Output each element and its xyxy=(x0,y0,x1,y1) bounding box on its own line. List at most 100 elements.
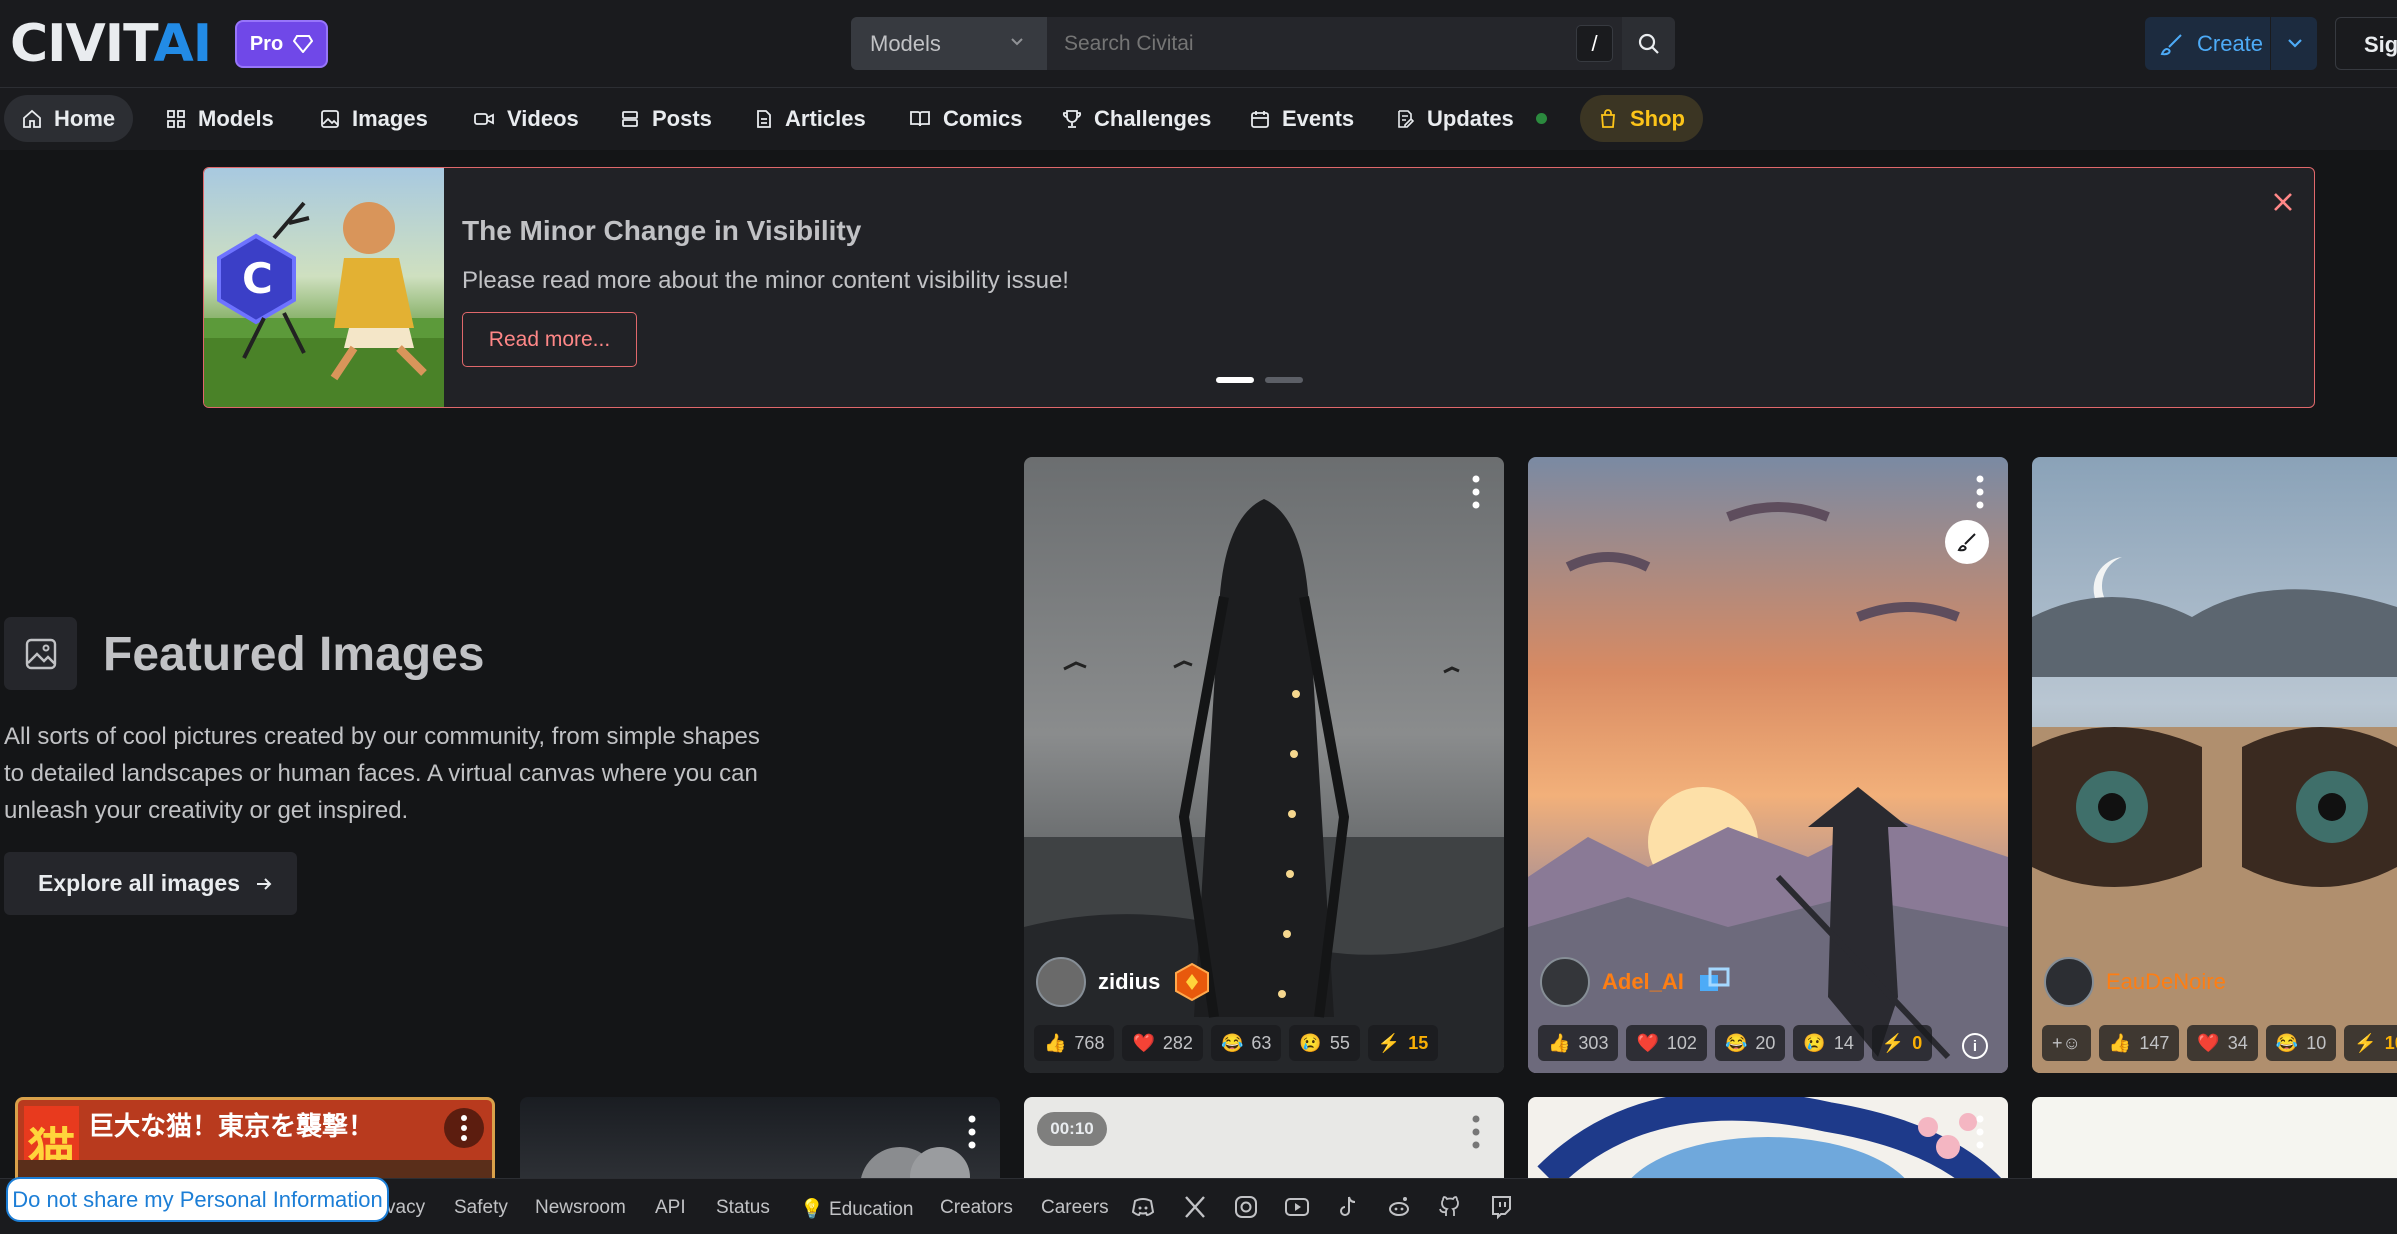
add-reaction-button[interactable]: +☺ xyxy=(2042,1025,2091,1061)
image-card[interactable]: zidius 👍 768 ❤️ 282 😂 63 😢 55 ⚡ 15 xyxy=(1024,457,1504,1073)
cry-reaction[interactable]: 😢 55 xyxy=(1289,1025,1360,1061)
more-options-button[interactable] xyxy=(444,1108,484,1148)
remix-button[interactable] xyxy=(1945,520,1989,564)
cry-icon: 😢 xyxy=(1803,1032,1826,1053)
heart-reaction[interactable]: ❤️ 34 xyxy=(2187,1025,2258,1061)
footer-link-creators[interactable]: Creators xyxy=(940,1197,1013,1219)
arrow-right-icon xyxy=(256,877,272,890)
footer-link-api[interactable]: API xyxy=(655,1197,686,1219)
footer-link-privacy[interactable]: vacy xyxy=(386,1197,425,1219)
instagram-icon[interactable] xyxy=(1233,1194,1259,1220)
nav-item-posts[interactable]: Posts xyxy=(602,95,730,142)
heart-icon: ❤️ xyxy=(1132,1032,1155,1053)
laugh-reaction[interactable]: 😂 63 xyxy=(1210,1025,1282,1061)
sign-in-button[interactable]: Sign xyxy=(2335,17,2397,70)
info-icon[interactable]: i xyxy=(1962,1033,1988,1059)
do-not-share-info-button[interactable]: Do not share my Personal Information xyxy=(6,1177,389,1222)
thumbs-up-icon: 👍 xyxy=(1548,1032,1571,1053)
heart-icon: ❤️ xyxy=(2197,1032,2220,1053)
pro-button[interactable]: Pro xyxy=(235,20,328,68)
more-options-icon[interactable] xyxy=(1472,1115,1480,1149)
like-reaction[interactable]: 👍 768 xyxy=(1034,1025,1115,1061)
card-user[interactable]: zidius xyxy=(1036,957,1212,1007)
explore-all-images-button[interactable]: Explore all images xyxy=(4,852,297,915)
updates-indicator-dot xyxy=(1535,113,1547,124)
footer-link-education[interactable]: 💡 Education xyxy=(800,1197,913,1221)
nav-item-articles[interactable]: Articles xyxy=(737,95,884,142)
chevron-down-icon[interactable] xyxy=(2283,31,2307,55)
github-icon[interactable] xyxy=(1437,1194,1463,1220)
carousel-dot-active[interactable] xyxy=(1216,377,1254,383)
banner-illustration: C xyxy=(204,168,444,407)
more-options-icon[interactable] xyxy=(1976,475,1984,509)
laugh-reaction[interactable]: 😂 10 xyxy=(2265,1025,2337,1061)
lightbulb-icon: 💡 xyxy=(800,1199,824,1220)
nav-item-images[interactable]: Images xyxy=(302,95,446,142)
heart-reaction[interactable]: ❤️ 282 xyxy=(1122,1025,1203,1061)
featured-description: All sorts of cool pictures created by ou… xyxy=(4,723,760,824)
buzz-tip[interactable]: ⚡ 15 xyxy=(1367,1025,1439,1061)
image-card[interactable]: EauDeNoire +☺ 👍147 ❤️34 😂10 ⚡10 xyxy=(2032,457,2397,1073)
more-options-icon[interactable] xyxy=(1472,475,1480,509)
nav-item-challenges[interactable]: Challenges xyxy=(1044,95,1229,142)
tiktok-icon[interactable] xyxy=(1335,1194,1361,1220)
close-icon[interactable] xyxy=(2269,188,2297,216)
document-icon xyxy=(757,109,771,128)
nav-item-home[interactable]: Home xyxy=(4,95,134,142)
more-options-icon[interactable] xyxy=(1976,1115,1984,1149)
laugh-reaction[interactable]: 😂 20 xyxy=(1714,1025,1786,1061)
search-icon xyxy=(1638,33,1659,54)
search-input[interactable] xyxy=(1047,17,1622,70)
buzz-tip[interactable]: ⚡10 xyxy=(2344,1025,2397,1061)
youtube-icon[interactable] xyxy=(1284,1194,1310,1220)
chevron-down-icon xyxy=(1011,38,1023,46)
buzz-tip[interactable]: ⚡ 0 xyxy=(1871,1025,1933,1061)
pro-label: Pro xyxy=(249,32,284,55)
twitch-icon[interactable] xyxy=(1488,1194,1514,1220)
avatar xyxy=(2044,957,2094,1007)
nav-item-comics[interactable]: Comics xyxy=(891,95,1040,142)
main-nav: Home Models Images Videos Posts Articles… xyxy=(0,89,2397,149)
search-category-select[interactable]: Models xyxy=(851,17,1047,70)
image-icon xyxy=(321,109,339,128)
footer-link-careers[interactable]: Careers xyxy=(1041,1197,1109,1219)
reddit-icon[interactable] xyxy=(1386,1194,1412,1220)
thumbs-up-icon: 👍 xyxy=(1044,1032,1067,1053)
nav-item-events[interactable]: Events xyxy=(1232,95,1372,142)
read-more-button[interactable]: Read more... xyxy=(462,312,637,367)
carousel-dot[interactable] xyxy=(1265,377,1303,383)
book-icon xyxy=(910,110,930,126)
stack-icon xyxy=(622,110,638,127)
image-card[interactable]: Adel_AI 👍 303 ❤️ 102 😂 20 😢 14 ⚡ 0 i xyxy=(1528,457,2008,1073)
footer-link-newsroom[interactable]: Newsroom xyxy=(535,1197,626,1219)
footer-link-status[interactable]: Status xyxy=(716,1197,770,1219)
cry-reaction[interactable]: 😢 14 xyxy=(1793,1025,1864,1061)
calendar-icon xyxy=(1251,110,1269,128)
featured-title: Featured Images xyxy=(103,628,485,681)
nav-item-updates[interactable]: Updates xyxy=(1377,95,1565,142)
search-button[interactable] xyxy=(1622,17,1675,70)
video-duration-badge: 00:10 xyxy=(1037,1112,1107,1146)
creator-badge-icon xyxy=(1175,962,1210,1002)
nav-item-videos[interactable]: Videos xyxy=(455,95,597,142)
nav-item-models[interactable]: Models xyxy=(148,95,292,142)
like-reaction[interactable]: 👍 303 xyxy=(1538,1025,1619,1061)
nav-item-shop[interactable]: Shop xyxy=(1580,95,1703,142)
heart-reaction[interactable]: ❤️ 102 xyxy=(1626,1025,1707,1061)
create-button[interactable]: Create xyxy=(2145,17,2317,70)
footer-link-safety[interactable]: Safety xyxy=(454,1197,508,1219)
card-user[interactable]: Adel_AI xyxy=(1540,957,1734,1007)
x-icon[interactable] xyxy=(1182,1194,1208,1220)
card-user[interactable]: EauDeNoire xyxy=(2044,957,2226,1007)
heart-icon: ❤️ xyxy=(1636,1032,1659,1053)
add-reaction-icon: +☺ xyxy=(2052,1032,2081,1053)
civitai-logo[interactable]: CIVITAI xyxy=(10,18,212,70)
brush-icon xyxy=(2160,33,2182,55)
discord-icon[interactable] xyxy=(1130,1194,1156,1220)
create-divider xyxy=(2270,17,2271,70)
more-options-icon xyxy=(461,1115,467,1141)
like-reaction[interactable]: 👍 147 xyxy=(2098,1025,2180,1061)
more-options-icon[interactable] xyxy=(968,1115,976,1149)
laugh-icon: 😂 xyxy=(1724,1032,1748,1053)
reaction-stats: 👍 303 ❤️ 102 😂 20 😢 14 ⚡ 0 xyxy=(1538,1025,1933,1061)
